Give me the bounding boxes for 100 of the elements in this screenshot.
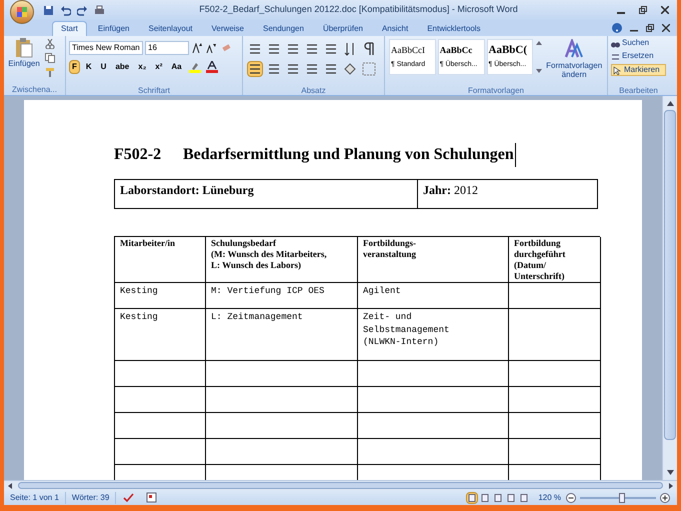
align-icon [267, 62, 281, 76]
group-label: Absatz [301, 86, 326, 95]
restore-icon [639, 6, 647, 14]
table-cell-text: Jahr: 2012 [422, 182, 479, 199]
shrink-font-icon [206, 43, 216, 53]
restore-document-button[interactable] [645, 23, 655, 33]
replace-button[interactable]: Ersetzen [611, 51, 666, 61]
arrow-down-icon [666, 468, 674, 477]
copy-button[interactable] [44, 52, 56, 64]
window-title: F502-2_Bedarf_Schulungen 20122.doc [Kompatibilitätsmodus] - Microsoft Word [198, 3, 519, 16]
save-button[interactable] [42, 4, 55, 16]
change-styles-button[interactable]: Formatvorlagen ändern [545, 39, 603, 79]
format-toggle[interactable]: Aa [168, 60, 185, 74]
ribbon-tab[interactable]: Überprüfen [314, 21, 371, 36]
view-button[interactable] [505, 492, 518, 504]
group-label: Formatvorlagen [468, 86, 524, 95]
spellcheck-icon [122, 492, 134, 503]
format-toggle[interactable]: K [82, 60, 95, 74]
table-cell: Agilent [358, 283, 509, 309]
grow-font-icon [192, 43, 202, 53]
decrease-indent-icon [305, 42, 319, 56]
zoom-in-button[interactable] [659, 492, 671, 504]
print-button[interactable] [93, 4, 106, 16]
align-icon [305, 62, 319, 76]
ribbon-tab[interactable]: Verweise [204, 21, 252, 36]
document-title: Bedarfsermittlung und Planung von Schulungen [183, 143, 516, 167]
format-toggle[interactable]: U [98, 60, 110, 74]
table-cell: M: Vertiefung ICP OES [206, 283, 358, 309]
word-count: Wörter: 39 [66, 492, 116, 504]
replace-icon [611, 52, 620, 60]
office-logo-icon [16, 6, 28, 18]
highlighter-icon [188, 61, 201, 73]
align-icon [286, 62, 300, 76]
ribbon-tab[interactable]: Entwicklertools [419, 21, 489, 36]
font-name-field[interactable]: Times New Roman [69, 41, 143, 55]
format-painter-button[interactable] [44, 66, 56, 78]
font-size-field[interactable]: 16 [145, 41, 189, 55]
paintbrush-icon [45, 67, 55, 77]
zoom-level: 120 % [537, 492, 562, 504]
ribbon-tab[interactable]: Start [52, 21, 87, 36]
ribbon-tab[interactable]: Ansicht [374, 21, 416, 36]
bullet-list-icon [248, 42, 262, 56]
view-button[interactable] [492, 492, 504, 504]
paint-bucket-icon [343, 62, 357, 76]
document-code: F502-2 [114, 145, 162, 165]
cursor-icon [613, 66, 622, 74]
format-toggle[interactable]: x₂ [135, 60, 150, 74]
cut-button[interactable] [44, 38, 56, 50]
zoom-slider-thumb[interactable] [618, 492, 625, 502]
paste-button[interactable]: Einfügen [4, 36, 44, 84]
select-button[interactable]: Markieren [611, 64, 666, 76]
scroll-up-icon [535, 39, 544, 47]
help-button[interactable] [611, 22, 623, 34]
close-icon [661, 6, 669, 14]
ribbon-tab[interactable]: Einfügen [90, 21, 138, 36]
highlight-button[interactable] [188, 60, 202, 74]
table-cell: Zeit- und Selbstmanagement (NLWKN-Intern) [358, 309, 509, 361]
group-label: Bearbeiten [619, 86, 658, 95]
undo-button[interactable] [59, 4, 72, 16]
horizontal-scrollbar[interactable] [4, 480, 677, 490]
view-button[interactable] [518, 492, 530, 504]
close-icon [662, 24, 670, 32]
shrink-font-button[interactable] [205, 42, 217, 54]
minus-icon [566, 492, 576, 502]
format-toggle[interactable]: F [69, 60, 80, 74]
shading-button[interactable] [342, 61, 358, 77]
grow-font-button[interactable] [191, 42, 203, 54]
arrow-up-icon [666, 99, 674, 108]
align-icon [248, 62, 262, 76]
copy-icon [45, 53, 55, 63]
table-cell: Laborstandort: Lüneburg [115, 180, 418, 208]
office-button[interactable] [10, 0, 34, 24]
scroll-down-icon [535, 67, 544, 75]
table-cell: Kesting [115, 309, 206, 361]
increase-indent-icon [324, 42, 338, 56]
ribbon-tab[interactable]: Sendungen [255, 21, 312, 36]
plus-icon [660, 492, 670, 502]
format-toggle[interactable]: abe [112, 60, 132, 74]
column-header: Fortbildungs- veranstaltung [358, 237, 509, 283]
font-color-button[interactable] [204, 60, 219, 74]
multilevel-list-icon [286, 42, 300, 56]
column-header: Mitarbeiter/in [115, 237, 206, 283]
letter-a-icon [564, 39, 584, 59]
format-toggle[interactable]: x² [152, 60, 166, 74]
redo-button[interactable] [76, 4, 89, 16]
zoom-out-button[interactable] [565, 492, 577, 504]
view-button[interactable] [466, 492, 478, 504]
find-button[interactable]: Suchen [611, 38, 666, 48]
numbered-list-icon [267, 42, 281, 56]
arrow-right-icon [667, 482, 675, 490]
undo-arrow-icon [60, 4, 71, 16]
table-cell: L: Zeitmanagement [206, 309, 358, 361]
ribbon-tab[interactable]: Seitenlayout [140, 21, 201, 36]
view-button[interactable] [479, 492, 492, 504]
close-document-button[interactable] [661, 23, 671, 33]
vertical-scrollbar[interactable] [662, 96, 677, 480]
align-button[interactable] [247, 61, 263, 77]
restore-icon [646, 24, 654, 32]
line-spacing-icon [324, 62, 338, 76]
clipboard-icon [15, 38, 33, 58]
